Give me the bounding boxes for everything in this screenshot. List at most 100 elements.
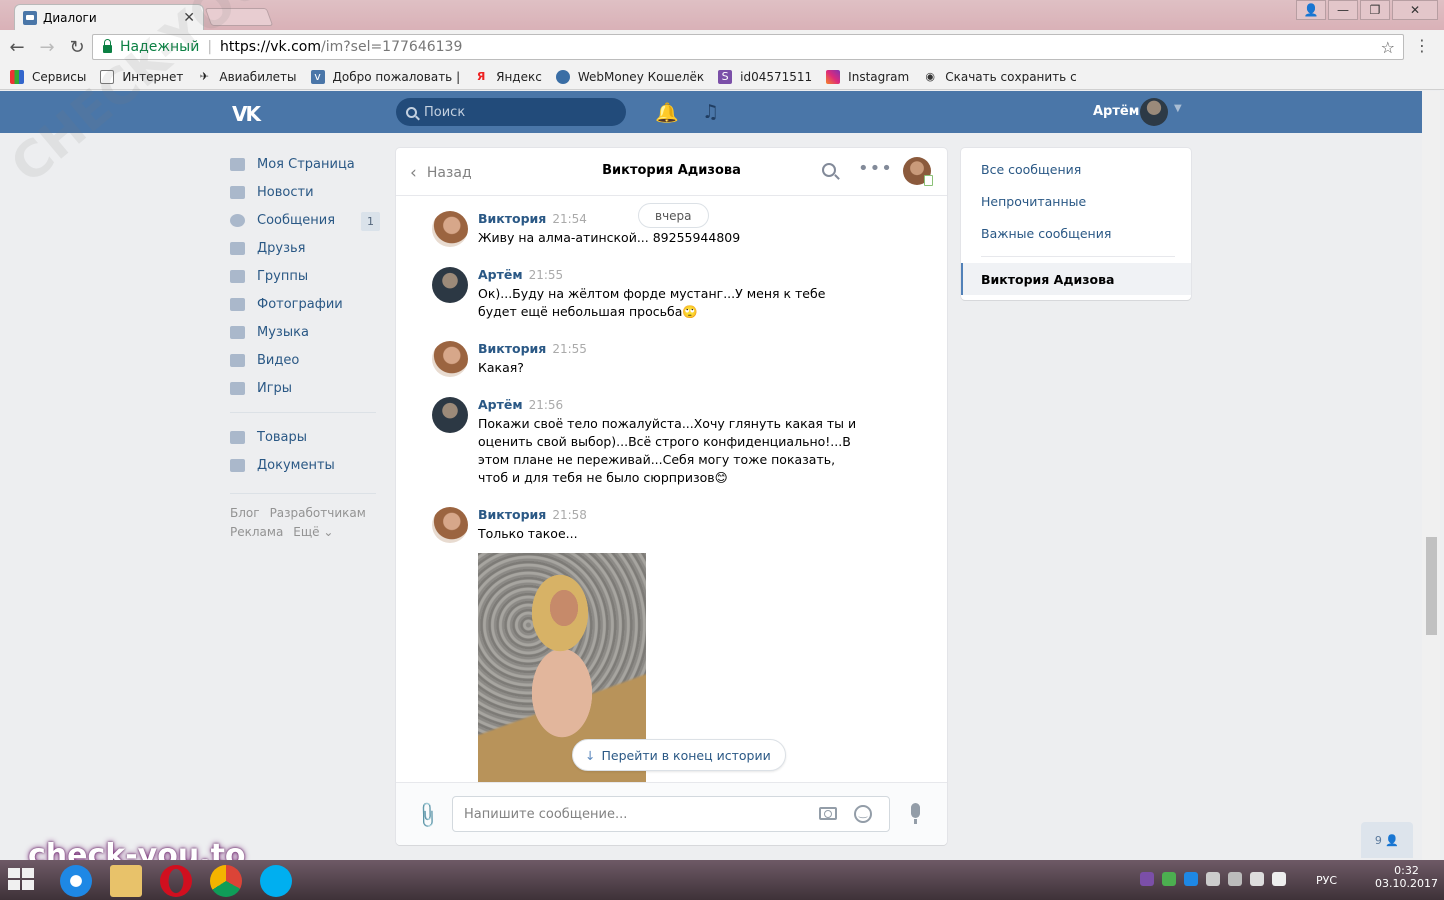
address-bar[interactable]: Надежный | https://vk.com /im?sel=177646…: [92, 34, 1404, 60]
reload-icon[interactable]: ↻: [64, 37, 90, 58]
documents-icon: [230, 458, 245, 472]
message-author[interactable]: Виктория: [478, 211, 546, 226]
messages-icon: [230, 213, 245, 227]
sidebar-item-music[interactable]: Музыка: [230, 318, 380, 346]
sidebar-item-goods[interactable]: Товары: [230, 423, 380, 451]
s-icon: S: [718, 69, 733, 84]
sidebar-item-friends[interactable]: Друзья: [230, 234, 380, 262]
message-time: 21:56: [528, 398, 564, 412]
message-input[interactable]: Напишите сообщение... ‿: [452, 796, 890, 832]
message-author[interactable]: Артём: [478, 397, 523, 412]
vk-favicon-icon: [23, 10, 37, 25]
chevron-down-icon[interactable]: ▼: [1174, 103, 1182, 114]
tray-icon[interactable]: [1228, 872, 1242, 886]
bookmark-instagram[interactable]: Instagram: [826, 69, 909, 84]
maximize-button[interactable]: ❐: [1360, 0, 1390, 20]
network-icon[interactable]: [1250, 872, 1264, 886]
games-icon: [230, 381, 245, 395]
message-author[interactable]: Артём: [478, 267, 523, 282]
forward-arrow-icon[interactable]: →: [34, 37, 60, 58]
bookmark-download[interactable]: ◉ Скачать сохранить с: [923, 70, 1076, 84]
bookmarks-bar: Сервисы Интернет ✈ Авиабилеты v Добро пожа…: [0, 64, 1444, 90]
file-explorer-icon[interactable]: [110, 865, 142, 897]
language-indicator[interactable]: РУС: [1316, 874, 1337, 887]
chrome-icon[interactable]: [210, 865, 242, 897]
skype-icon[interactable]: [260, 865, 292, 897]
camera-icon[interactable]: [819, 807, 837, 820]
message-author[interactable]: Виктория: [478, 507, 546, 522]
avatar[interactable]: [432, 397, 468, 433]
bookmark-welcome[interactable]: v Добро пожаловать |: [310, 69, 460, 84]
sidebar-item-video[interactable]: Видео: [230, 346, 380, 374]
emoji-icon[interactable]: ‿: [854, 805, 872, 823]
bookmark-aviatickets[interactable]: ✈ Авиабилеты: [197, 70, 297, 84]
sidebar-item-games[interactable]: Игры: [230, 374, 380, 402]
avatar[interactable]: [432, 267, 468, 303]
app-tray-icon[interactable]: [1162, 872, 1176, 886]
windows-start-icon[interactable]: [8, 868, 36, 892]
bookmark-id[interactable]: Sid04571511: [718, 69, 812, 84]
avatar[interactable]: [432, 211, 468, 247]
footer-link-developers[interactable]: Разработчикам: [270, 506, 366, 520]
filter-unread[interactable]: Непрочитанные: [981, 194, 1086, 209]
volume-icon[interactable]: [1272, 872, 1286, 886]
search-input[interactable]: Поиск: [396, 98, 626, 126]
paperclip-icon[interactable]: 📎: [412, 800, 443, 830]
bookmark-yandex[interactable]: Я Яндекс: [474, 70, 542, 84]
browser-menu-icon[interactable]: ⋮: [1414, 36, 1430, 55]
go-to-end-button[interactable]: ↓ Перейти в конец истории: [572, 739, 786, 771]
sidebar-item-news[interactable]: Новости: [230, 178, 380, 206]
left-menu: Моя Страница Новости Сообщения 1 Друзья Г…: [230, 150, 380, 542]
message-composer: 📎 Напишите сообщение... ‿: [396, 782, 947, 845]
avatar[interactable]: [432, 341, 468, 377]
system-tray: [1140, 872, 1286, 886]
bookmark-services[interactable]: Сервисы: [10, 69, 86, 84]
page-scrollbar[interactable]: [1422, 91, 1440, 860]
back-arrow-icon[interactable]: ←: [4, 37, 30, 58]
dialog-filters: Все сообщения Непрочитанные Важные сообщ…: [961, 148, 1191, 300]
footer-link-ads[interactable]: Реклама: [230, 525, 283, 539]
friends-online-button[interactable]: 9 👤: [1361, 822, 1413, 858]
chat-panel: ‹ Назад Виктория Адизова ••• вчера Виктор…: [396, 148, 947, 845]
sidebar-item-my-page[interactable]: Моя Страница: [230, 150, 380, 178]
microphone-icon[interactable]: [911, 803, 920, 824]
photos-icon: [230, 297, 245, 311]
avatar[interactable]: [1140, 98, 1168, 126]
user-icon[interactable]: 👤: [1296, 0, 1326, 20]
sidebar-item-messages[interactable]: Сообщения 1: [230, 206, 380, 234]
more-icon[interactable]: •••: [858, 158, 893, 179]
footer-link-more[interactable]: Ещё ⌄: [293, 525, 333, 539]
bell-icon[interactable]: 🔔: [655, 101, 679, 124]
message-item: Виктория 21:58 Только такое...: [432, 507, 872, 543]
browser-tray-icon[interactable]: [1184, 872, 1198, 886]
apps-grid-icon: [10, 69, 24, 84]
sidebar-item-groups[interactable]: Группы: [230, 262, 380, 290]
music-note-icon[interactable]: ♫: [702, 101, 719, 123]
window-close-button[interactable]: ✕: [1392, 0, 1438, 20]
avatar[interactable]: [432, 507, 468, 543]
viber-icon[interactable]: [1140, 872, 1154, 886]
sidebar-item-documents[interactable]: Документы: [230, 451, 380, 479]
clock[interactable]: 0:32 03.10.2017: [1375, 864, 1438, 890]
message-time: 21:55: [552, 342, 587, 356]
bookmark-star-icon[interactable]: ☆: [1381, 38, 1395, 57]
footer-links: Блог Разработчикам Реклама Ещё ⌄: [230, 504, 380, 542]
message-author[interactable]: Виктория: [478, 341, 546, 356]
filter-important[interactable]: Важные сообщения: [981, 226, 1111, 241]
minimize-button[interactable]: —: [1328, 0, 1358, 20]
message-time: 21:58: [552, 508, 587, 522]
internet-explorer-icon[interactable]: [60, 865, 92, 897]
footer-link-blog[interactable]: Блог: [230, 506, 260, 520]
search-icon[interactable]: [822, 163, 836, 177]
bookmark-webmoney[interactable]: WebMoney Кошелёк: [555, 69, 704, 84]
active-dialog-item[interactable]: Виктория Адизова: [961, 263, 1191, 295]
opera-icon[interactable]: [160, 865, 192, 897]
sidebar-item-photos[interactable]: Фотографии: [230, 290, 380, 318]
user-name[interactable]: Артём: [1093, 104, 1139, 119]
filter-all-messages[interactable]: Все сообщения: [981, 162, 1081, 177]
scrollbar-thumb[interactable]: [1426, 537, 1437, 635]
tray-icon[interactable]: [1206, 872, 1220, 886]
clock-date: 03.10.2017: [1375, 877, 1438, 890]
avatar[interactable]: [903, 157, 933, 186]
vk-logo-icon[interactable]: VK: [232, 102, 261, 126]
